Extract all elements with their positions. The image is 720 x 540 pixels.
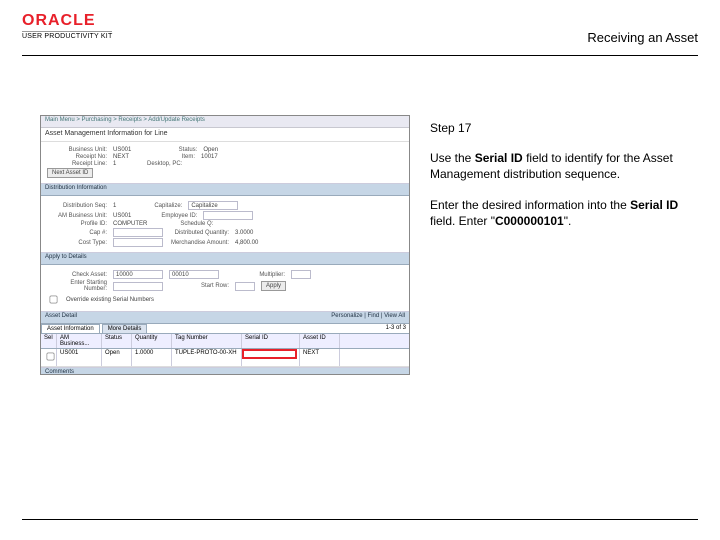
comments-header[interactable]: Comments — [41, 368, 409, 375]
distseq-value: 1 — [113, 203, 116, 209]
next-asset-id-button[interactable]: Next Asset ID — [47, 168, 93, 178]
bu-value: US001 — [113, 147, 131, 153]
divider-bottom — [22, 519, 698, 520]
tabs: Asset Information More Details 1-3 of 3 — [41, 324, 409, 333]
instruction-p1: Use the Serial ID field to identify for … — [430, 150, 692, 182]
override-label: Override existing Serial Numbers — [66, 297, 154, 303]
row-status: Open — [102, 349, 132, 366]
dq-label: Distributed Quantity: — [169, 230, 229, 236]
schq-label: Schedule Q: — [153, 221, 213, 227]
start-input[interactable] — [235, 282, 255, 291]
check-input-2[interactable]: 00010 — [169, 270, 219, 279]
asset-detail-block: Asset Information More Details 1-3 of 3 … — [41, 324, 409, 368]
logo-subtitle: USER PRODUCTIVITY KIT — [22, 31, 112, 40]
desc-label: Desktop, PC: — [122, 161, 182, 167]
prof-value: COMPUTER — [113, 221, 147, 227]
capstat-label: Capitalize: — [122, 203, 182, 209]
cost-label: Cost Type: — [47, 240, 107, 246]
start-label: Start Row: — [169, 283, 229, 289]
capn-label: Cap #: — [47, 230, 107, 236]
row-counter: 1-3 of 3 — [383, 324, 409, 333]
p2d-value: C000000101 — [495, 214, 564, 228]
override-checkbox[interactable] — [50, 296, 58, 304]
tab-more-details[interactable]: More Details — [102, 324, 148, 333]
col-serial: Serial ID — [242, 334, 300, 348]
bu-label: Business Unit: — [47, 147, 107, 153]
p2a: Enter the desired information into the — [430, 198, 630, 212]
multi-label: Multiplier: — [225, 272, 285, 278]
emp-label: Employee ID: — [137, 213, 197, 219]
divider-top — [22, 55, 698, 56]
dq-value: 3.0000 — [235, 230, 253, 236]
row-qty: 1.0000 — [132, 349, 172, 366]
dist-section-header: Distribution Information — [41, 184, 409, 196]
app-screenshot: Main Menu > Purchasing > Receipts > Add/… — [40, 115, 410, 375]
line-value: 1 — [113, 161, 116, 167]
ma-value: 4,800.00 — [235, 240, 258, 246]
asset-detail-text: Asset Detail — [45, 313, 77, 319]
p2b-serial-id: Serial ID — [630, 198, 678, 212]
step-label: Step 17 — [430, 120, 692, 136]
col-au: AM Business... — [57, 334, 102, 348]
cost-input[interactable] — [113, 238, 163, 247]
capstat-value[interactable]: Capitalize — [188, 201, 238, 210]
table-row: US001 Open 1.0000 TUPLE-PROTO-00-XH NEXT — [41, 349, 409, 367]
recv-value: NEXT — [113, 154, 129, 160]
dist-block: Distribution Seq: 1 Capitalize: Capitalize… — [41, 196, 409, 253]
row-select-checkbox[interactable] — [47, 353, 55, 361]
asset-detail-header: Asset Detail Personalize | Find | View A… — [41, 312, 409, 324]
apply-section-header: Apply to Details — [41, 253, 409, 265]
line-label: Receipt Line: — [47, 161, 107, 167]
status-value: Open — [203, 147, 218, 153]
item-label: Item: — [135, 154, 195, 160]
col-assetid: Asset ID — [300, 334, 340, 348]
ma-label: Merchandise Amount: — [169, 240, 229, 246]
row-au: US001 — [57, 349, 102, 366]
col-tag: Tag Number — [172, 334, 242, 348]
logo-brand: ORACLE — [22, 12, 112, 30]
col-sel: Sel — [41, 334, 57, 348]
prof-label: Profile ID: — [47, 221, 107, 227]
emp-input[interactable] — [203, 211, 253, 220]
p1a: Use the — [430, 151, 475, 165]
au-label: AM Business Unit: — [47, 213, 107, 219]
col-qty: Quantity — [132, 334, 172, 348]
p2c: field. Enter " — [430, 214, 495, 228]
row-assetid: NEXT — [300, 349, 340, 366]
multi-input[interactable] — [291, 270, 311, 279]
check-input-1[interactable]: 10000 — [113, 270, 163, 279]
row-tag: TUPLE-PROTO-00-XH — [172, 349, 242, 366]
screenshot-page-title: Asset Management Information for Line — [41, 128, 409, 142]
header-block: Business Unit: US001 Status: Open Receipt … — [41, 142, 409, 184]
serial-id-input[interactable] — [242, 349, 297, 359]
capn-input[interactable] — [113, 228, 163, 237]
col-status: Status — [102, 334, 132, 348]
page-title: Receiving an Asset — [587, 30, 698, 45]
au-value: US001 — [113, 213, 131, 219]
grid-tools[interactable]: Personalize | Find | View All — [331, 313, 405, 319]
tab-asset-info[interactable]: Asset Information — [41, 324, 100, 333]
table-header: Sel AM Business... Status Quantity Tag N… — [41, 333, 409, 349]
p1b-serial-id: Serial ID — [475, 151, 523, 165]
ess-input[interactable] — [113, 282, 163, 291]
distseq-label: Distribution Seq: — [47, 203, 107, 209]
logo: ORACLE USER PRODUCTIVITY KIT — [22, 12, 112, 40]
item-value: 10017 — [201, 154, 218, 160]
check-label: Check Asset: — [47, 272, 107, 278]
instruction-panel: Step 17 Use the Serial ID field to ident… — [430, 120, 692, 243]
instruction-p2: Enter the desired information into the S… — [430, 197, 692, 229]
ess-label: Enter Starting Number: — [47, 280, 107, 292]
apply-block: Check Asset: 10000 00010 Multiplier: Enter… — [41, 265, 409, 312]
breadcrumb: Main Menu > Purchasing > Receipts > Add/… — [41, 116, 409, 128]
p2e: ". — [564, 214, 572, 228]
apply-button[interactable]: Apply — [261, 281, 286, 291]
status-label: Status: — [137, 147, 197, 153]
recv-label: Receipt No: — [47, 154, 107, 160]
